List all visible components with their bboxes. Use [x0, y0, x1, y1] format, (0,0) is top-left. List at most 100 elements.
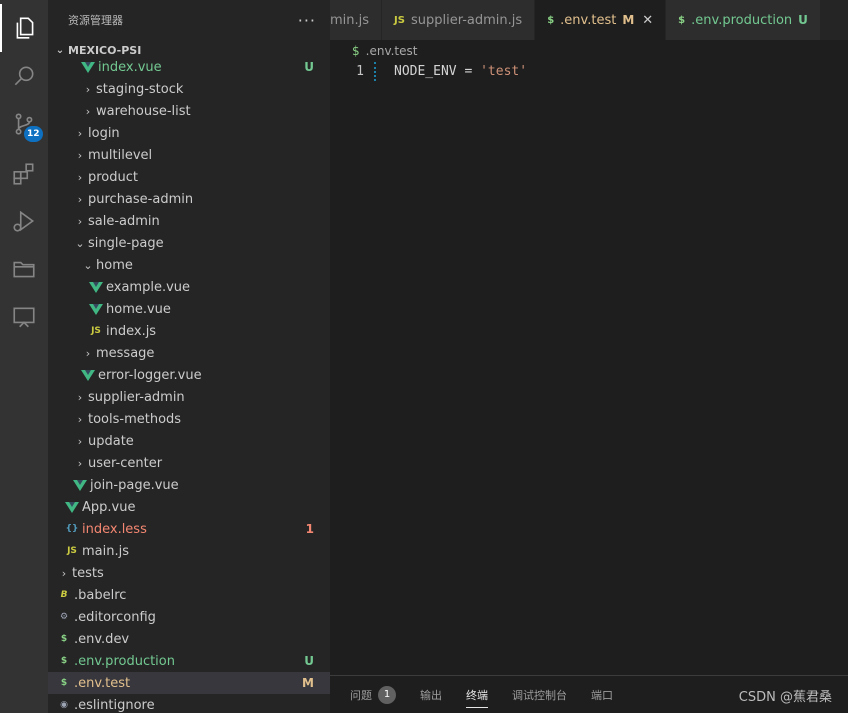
vue-icon [88, 301, 104, 317]
less-icon: {} [65, 524, 79, 534]
chevron-right-icon: › [77, 214, 83, 228]
tree-file[interactable]: App.vue [48, 496, 330, 518]
search-icon[interactable] [0, 52, 48, 100]
tree-item-label: error-logger.vue [98, 367, 202, 383]
tab-label: supplier-admin.js [410, 12, 523, 28]
tree-item-label: example.vue [106, 279, 191, 295]
tree-file[interactable]: B .babelrc [48, 584, 330, 606]
editor-tab[interactable]: $ .env.test M ✕ [535, 0, 667, 40]
more-actions-icon[interactable]: ··· [298, 11, 316, 30]
env-file-icon: $ [60, 656, 68, 666]
chevron-right-icon: › [77, 412, 83, 426]
folder-icon[interactable] [0, 245, 48, 293]
tree-folder[interactable]: ⌄ single-page [48, 232, 330, 254]
close-icon[interactable]: ✕ [642, 13, 653, 28]
tree-item-label: supplier-admin [88, 389, 185, 405]
tree-folder[interactable]: › tests [48, 562, 330, 584]
vue-icon [88, 279, 104, 295]
chevron-down-icon: ⌄ [75, 236, 85, 250]
tree-folder[interactable]: › message [48, 342, 330, 364]
git-status-badge: U [304, 60, 314, 74]
chevron-right-icon: › [77, 456, 83, 470]
line-number: 1 [356, 64, 364, 79]
tree-file[interactable]: JS main.js [48, 540, 330, 562]
chevron-right-icon: › [77, 434, 83, 448]
chevron-right-icon: › [77, 192, 83, 206]
tree-item-label: message [96, 345, 155, 361]
tree-folder[interactable]: › sale-admin [48, 210, 330, 232]
code-line[interactable]: 1 NODE_ENV = 'test' [330, 62, 848, 81]
chevron-down-icon: ⌄ [83, 258, 93, 272]
tree-item-label: .env.production [74, 653, 175, 669]
tree-file[interactable]: $ .env.dev [48, 628, 330, 650]
tree-item-label: product [88, 169, 139, 185]
vue-icon [80, 59, 96, 75]
editor-tab[interactable]: $ .env.production U [666, 0, 821, 40]
extensions-icon[interactable] [0, 150, 48, 198]
tree-item-label: home [96, 257, 133, 273]
editor-tab[interactable]: min.js [330, 0, 383, 40]
project-name: MEXICO-PSI [68, 43, 142, 57]
chevron-right-icon: › [77, 148, 83, 162]
panel-tab[interactable]: 问题 1 [350, 676, 396, 713]
modified-gutter-marker [374, 62, 376, 81]
code-editor[interactable]: 1 NODE_ENV = 'test' [330, 62, 848, 674]
tab-label: min.js [330, 12, 370, 28]
tree-file[interactable]: $ .env.production U [48, 650, 330, 672]
tree-item-label: purchase-admin [88, 191, 194, 207]
remote-explorer-icon[interactable] [0, 293, 48, 341]
tree-item-label: tests [72, 565, 104, 581]
tree-folder[interactable]: › tools-methods [48, 408, 330, 430]
tree-file[interactable]: ⚙ .editorconfig [48, 606, 330, 628]
editor-tab[interactable]: JS supplier-admin.js [382, 0, 536, 40]
explorer-icon[interactable] [0, 4, 48, 52]
chevron-right-icon: › [85, 346, 91, 360]
tree-folder[interactable]: › update [48, 430, 330, 452]
tree-folder[interactable]: › user-center [48, 452, 330, 474]
env-file-icon: $ [60, 634, 68, 644]
panel-tab[interactable]: 终端 [466, 676, 488, 713]
tree-folder[interactable]: › staging-stock [48, 78, 330, 100]
tree-item-label: user-center [88, 455, 163, 471]
tree-file[interactable]: example.vue [48, 276, 330, 298]
chevron-right-icon: › [61, 566, 67, 580]
tree-folder[interactable]: › multilevel [48, 144, 330, 166]
js-icon: JS [67, 546, 77, 556]
breadcrumb[interactable]: $ .env.test [330, 40, 848, 62]
source-control-icon[interactable] [0, 100, 48, 148]
chevron-right-icon: › [77, 170, 83, 184]
tree-file[interactable]: {} index.less 1 [48, 518, 330, 540]
activity-bar: 12 [0, 0, 48, 713]
tree-file[interactable]: join-page.vue [48, 474, 330, 496]
panel-tab-label: 调试控制台 [512, 688, 567, 702]
tree-file[interactable]: JS index.js [48, 320, 330, 342]
tree-item-label: .editorconfig [74, 609, 156, 625]
tree-file[interactable]: $ .env.test M [48, 672, 330, 694]
tree-item-label: join-page.vue [90, 477, 179, 493]
tree-folder[interactable]: › supplier-admin [48, 386, 330, 408]
babel-icon: B [60, 590, 68, 600]
tree-folder[interactable]: › login [48, 122, 330, 144]
explorer-sidebar: 资源管理器 ··· ⌄ MEXICO-PSI index.vue U › stagin… [48, 0, 330, 713]
tab-git-status: U [798, 13, 808, 27]
tree-item-label: App.vue [82, 499, 136, 515]
tree-file[interactable]: index.vue U [48, 56, 330, 78]
tree-file[interactable]: ◉ .eslintignore [48, 694, 330, 713]
tree-file[interactable]: error-logger.vue [48, 364, 330, 386]
scm-badge: 12 [24, 126, 43, 142]
tree-folder[interactable]: › warehouse-list [48, 100, 330, 122]
panel-tab-label: 问题 [350, 688, 372, 702]
panel-tabs: 问题 1 输出 终端 调试控制台 端口 CSDN @蕉君桑 [330, 675, 848, 713]
breadcrumb-file[interactable]: .env.test [366, 44, 418, 58]
tree-folder[interactable]: › purchase-admin [48, 188, 330, 210]
panel-tab[interactable]: 调试控制台 [512, 676, 567, 713]
git-status-badge: M [302, 676, 314, 690]
run-debug-icon[interactable] [0, 197, 48, 245]
panel-tab[interactable]: 输出 [420, 676, 442, 713]
git-status-badge: 1 [305, 522, 314, 536]
tree-folder[interactable]: › product [48, 166, 330, 188]
panel-tab[interactable]: 端口 [591, 676, 613, 713]
explorer-title: 资源管理器 [68, 14, 123, 27]
tree-folder[interactable]: ⌄ home [48, 254, 330, 276]
tree-file[interactable]: home.vue [48, 298, 330, 320]
